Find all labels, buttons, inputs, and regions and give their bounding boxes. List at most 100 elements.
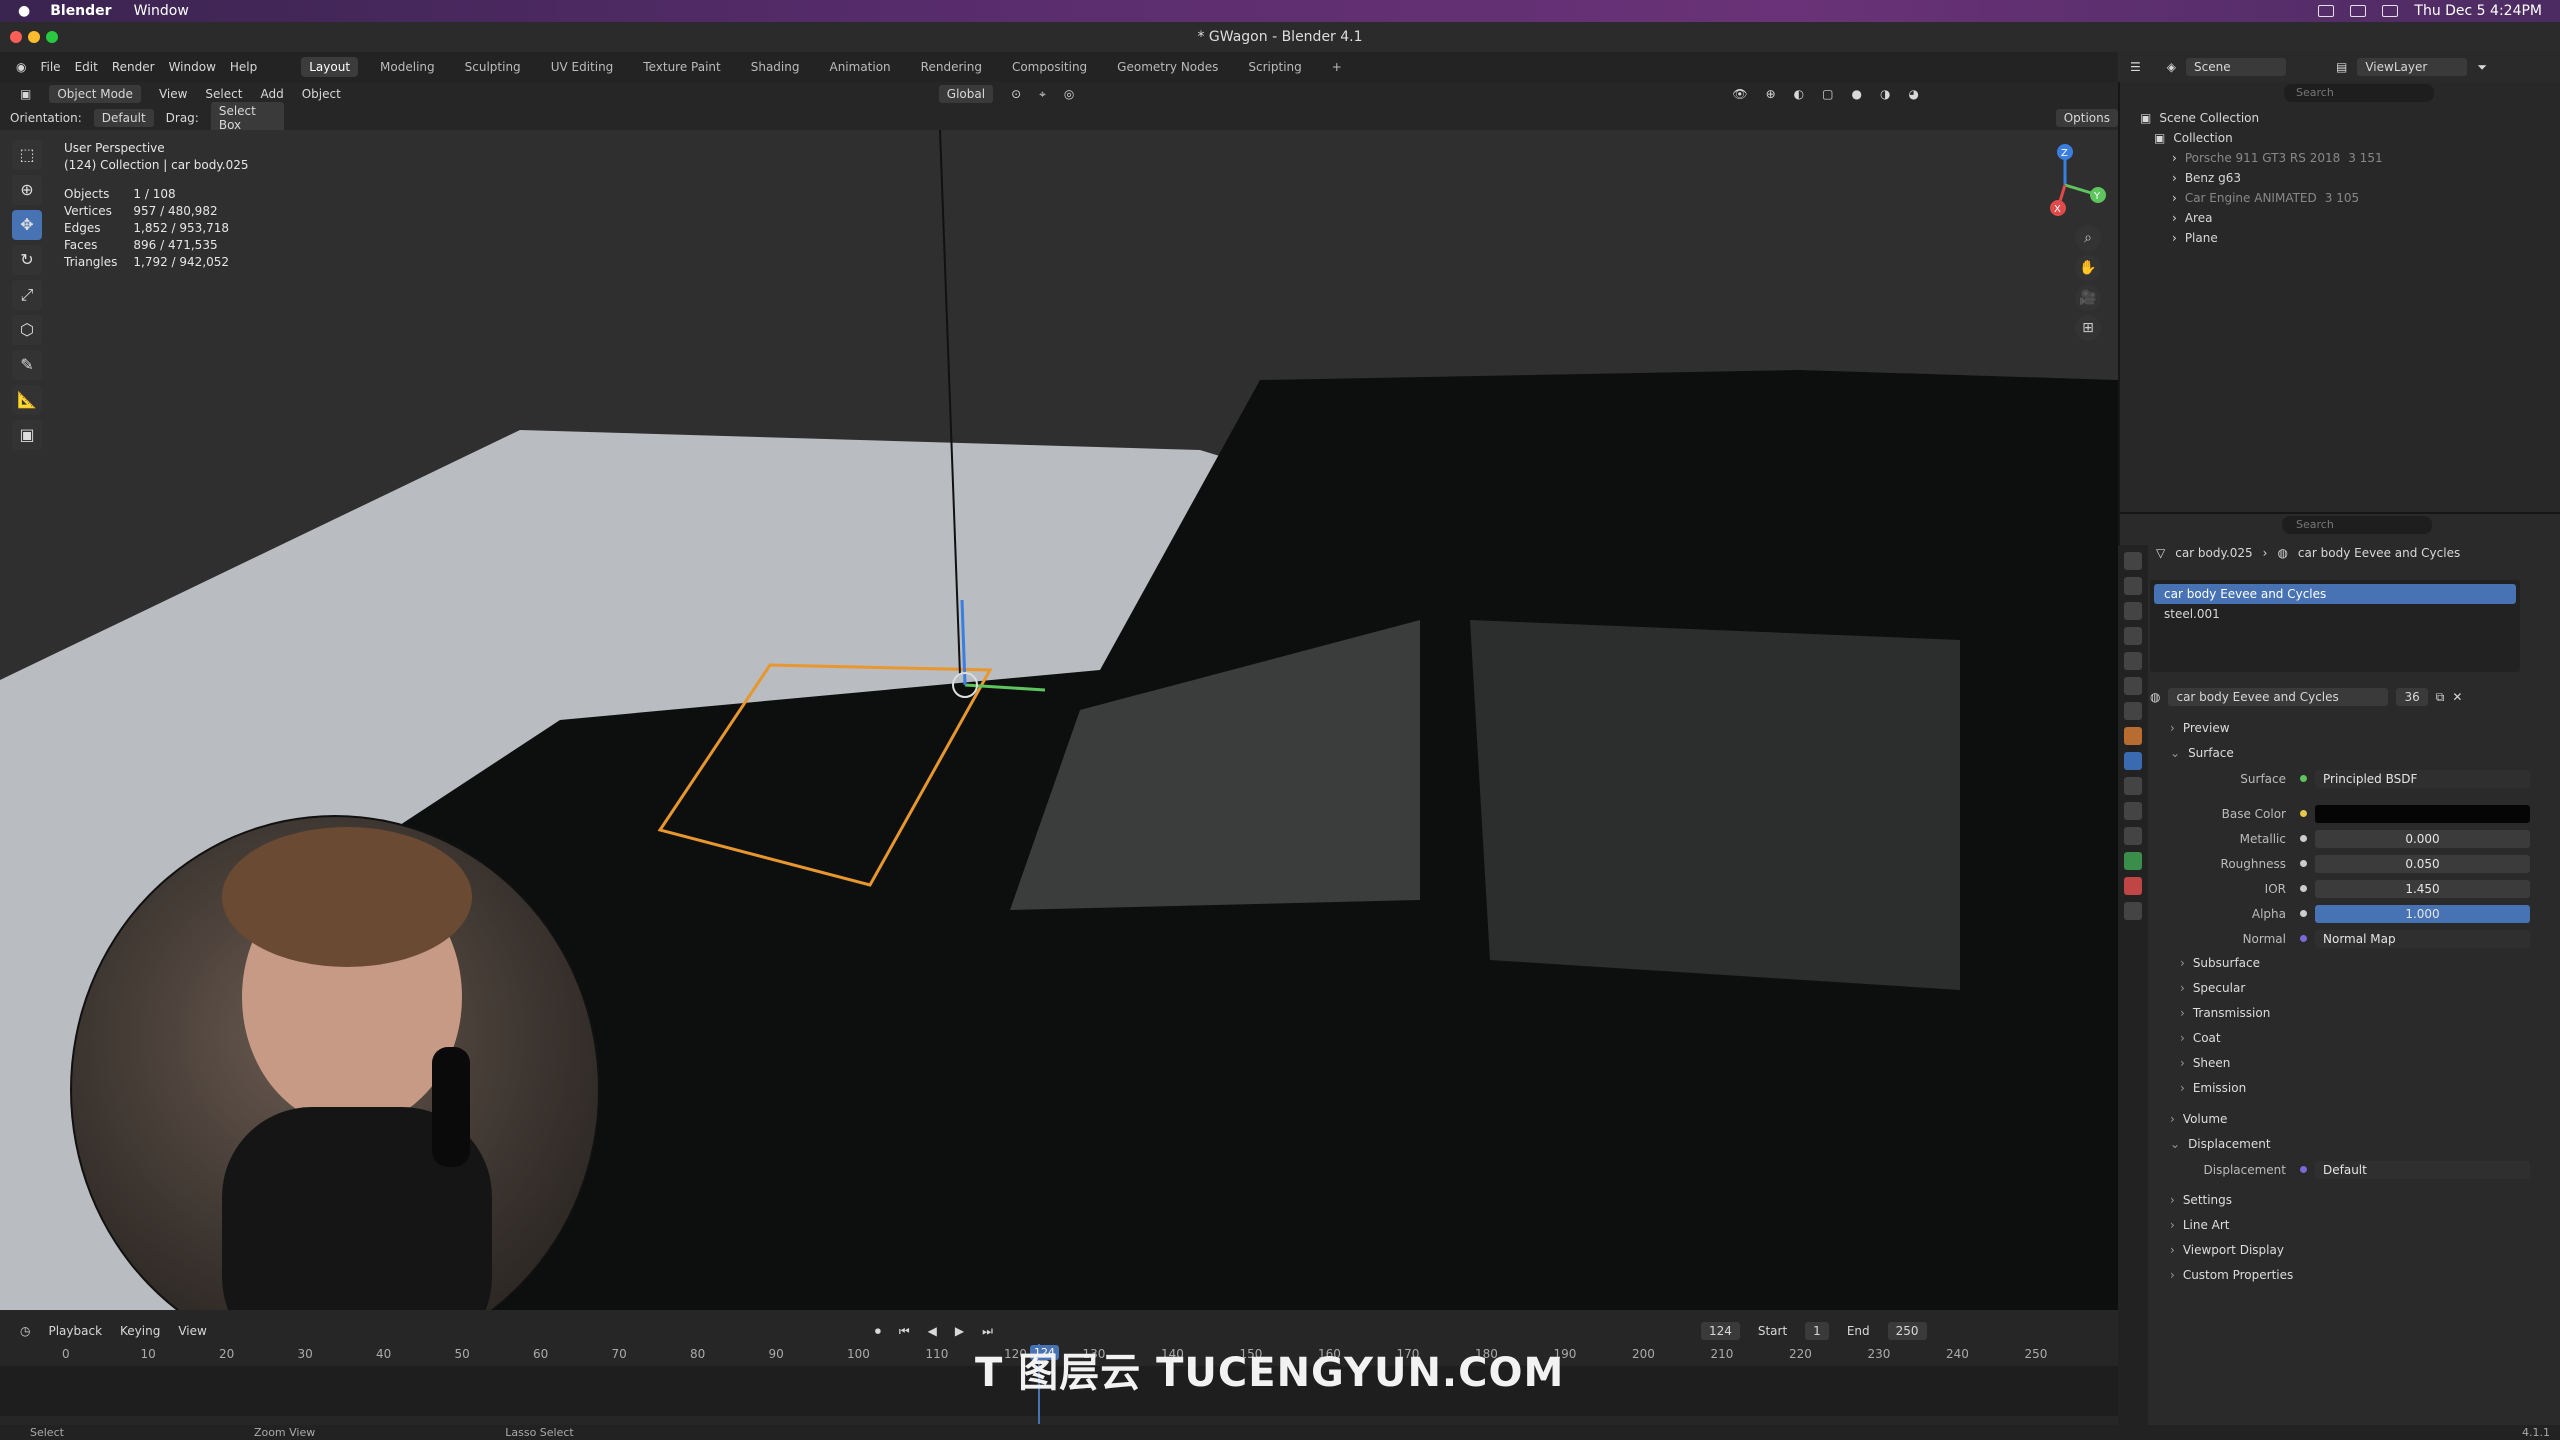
constraints-tab-icon[interactable] — [2124, 827, 2142, 845]
navigation-gizmo[interactable]: Z Y X — [2020, 140, 2110, 230]
expand-chevron-icon[interactable]: › — [2172, 168, 2177, 188]
socket-icon[interactable] — [2300, 1166, 2307, 1173]
panel-surface[interactable]: Surface — [2150, 741, 2555, 766]
measure-tool-icon[interactable]: 📐 — [12, 385, 42, 415]
shading-material-icon[interactable]: ◑ — [1880, 87, 1890, 101]
play-icon[interactable]: ▶ — [955, 1324, 964, 1338]
shading-solid-icon[interactable]: ● — [1852, 87, 1862, 101]
socket-icon[interactable] — [2300, 860, 2307, 867]
cursor-tool-icon[interactable]: ⊕ — [12, 175, 42, 205]
snap-icon[interactable]: ⌖ — [1039, 87, 1046, 102]
overlay-toggle-icon[interactable]: ◐ — [1794, 87, 1804, 101]
apple-icon[interactable]: ● — [18, 3, 30, 19]
tab-scripting[interactable]: Scripting — [1240, 57, 1309, 77]
menu-render[interactable]: Render — [112, 60, 155, 74]
select-tool-icon[interactable]: ⬚ — [12, 140, 42, 170]
material-slot[interactable]: steel.001 — [2154, 604, 2516, 624]
socket-icon[interactable] — [2300, 810, 2307, 817]
zoom-window-button[interactable] — [46, 31, 58, 43]
tree-row-engine[interactable]: › Car Engine ANIMATED 3 105 — [2140, 188, 2383, 208]
view-layer-selector[interactable]: ViewLayer — [2357, 58, 2468, 76]
blender-logo-icon[interactable]: ◉ — [16, 60, 26, 74]
panel-settings[interactable]: Settings — [2150, 1188, 2555, 1213]
transform-tool-icon[interactable]: ⬡ — [12, 315, 42, 345]
jump-start-icon[interactable]: ⏮ — [899, 1324, 910, 1339]
socket-icon[interactable] — [2300, 775, 2307, 782]
world-tab-icon[interactable] — [2124, 677, 2142, 695]
end-frame-field[interactable]: 250 — [1887, 1322, 1927, 1340]
rotate-tool-icon[interactable]: ↻ — [12, 245, 42, 275]
move-tool-icon[interactable]: ✥ — [12, 210, 42, 240]
panel-volume[interactable]: Volume — [2150, 1107, 2555, 1132]
menu-view-timeline[interactable]: View — [178, 1324, 206, 1338]
scene-tab-icon[interactable] — [2124, 652, 2142, 670]
render-tab-icon[interactable] — [2124, 577, 2142, 595]
unlink-material-icon[interactable]: ✕ — [2452, 690, 2462, 704]
menu-edit[interactable]: Edit — [75, 60, 98, 74]
material-slot[interactable]: car body Eevee and Cycles — [2154, 584, 2516, 604]
panel-line-art[interactable]: Line Art — [2150, 1213, 2555, 1238]
battery-icon[interactable] — [2382, 5, 2399, 17]
panel-viewport-display[interactable]: Viewport Display — [2150, 1238, 2555, 1263]
alpha-slider[interactable]: 1.000 — [2315, 904, 2530, 923]
view-layer-tab-icon[interactable] — [2124, 627, 2142, 645]
scene-selector[interactable]: Scene — [2186, 58, 2286, 76]
app-menu[interactable]: Blender — [50, 3, 111, 19]
outliner-search-input[interactable]: Search — [2284, 84, 2434, 102]
tab-layout[interactable]: Layout — [301, 57, 359, 77]
tree-row-benz[interactable]: › Benz g63 — [2140, 168, 2383, 188]
tree-row-scene-collection[interactable]: ▣ Scene Collection — [2140, 108, 2383, 128]
play-reverse-icon[interactable]: ◀ — [928, 1324, 937, 1338]
material-name-field[interactable]: car body Eevee and Cycles — [2168, 688, 2389, 706]
data-tab-icon[interactable] — [2124, 852, 2142, 870]
scale-tool-icon[interactable]: ⤢ — [12, 280, 42, 310]
outliner-editor-icon[interactable]: ☰ — [2130, 60, 2141, 74]
status-icon[interactable] — [2318, 5, 2335, 17]
xray-icon[interactable]: ▢ — [1822, 87, 1833, 101]
output-tab-icon[interactable] — [2124, 602, 2142, 620]
window-menu[interactable]: Window — [134, 3, 189, 19]
zoom-icon[interactable]: ⌕ — [2075, 225, 2101, 251]
tab-animation[interactable]: Animation — [821, 57, 898, 77]
record-icon[interactable]: ⏺ — [875, 1324, 881, 1339]
tree-row-collection[interactable]: ▣ Collection — [2140, 128, 2383, 148]
expand-chevron-icon[interactable]: › — [2172, 188, 2177, 208]
ior-field[interactable]: 1.450 — [2315, 879, 2530, 898]
panel-displacement[interactable]: Displacement — [2150, 1132, 2555, 1157]
close-window-button[interactable] — [10, 31, 22, 43]
tree-row-porsche[interactable]: › Porsche 911 GT3 RS 2018 3 151 — [2140, 148, 2383, 168]
object-tab-icon[interactable] — [2124, 727, 2142, 745]
clock[interactable]: Thu Dec 5 4:24PM — [2414, 3, 2542, 19]
base-color-swatch[interactable] — [2315, 804, 2530, 823]
menu-view[interactable]: View — [159, 87, 187, 101]
pan-hand-icon[interactable]: ✋ — [2075, 255, 2101, 281]
menu-select[interactable]: Select — [205, 87, 242, 101]
expand-chevron-icon[interactable]: › — [2172, 228, 2177, 248]
panel-transmission[interactable]: Transmission — [2150, 1001, 2555, 1026]
tab-compositing[interactable]: Compositing — [1004, 57, 1095, 77]
normal-map-field[interactable]: Normal Map — [2315, 929, 2530, 948]
visibility-icon[interactable]: 👁 — [1732, 87, 1747, 101]
modifier-tab-icon[interactable] — [2124, 752, 2142, 770]
displacement-field[interactable]: Default — [2315, 1160, 2530, 1179]
socket-icon[interactable] — [2300, 910, 2307, 917]
pivot-icon[interactable]: ⊙ — [1011, 87, 1021, 101]
start-frame-field[interactable]: 1 — [1805, 1322, 1829, 1340]
annotate-tool-icon[interactable]: ✎ — [12, 350, 42, 380]
filter-icon[interactable]: ⏷ — [2477, 60, 2487, 75]
socket-icon[interactable] — [2300, 885, 2307, 892]
tab-texture-paint[interactable]: Texture Paint — [635, 57, 728, 77]
jump-end-icon[interactable]: ⏭ — [982, 1324, 993, 1339]
panel-specular[interactable]: Specular — [2150, 976, 2555, 1001]
roughness-slider[interactable]: 0.050 — [2315, 854, 2530, 873]
menu-window[interactable]: Window — [169, 60, 216, 74]
editor-type-icon[interactable]: ▣ — [20, 87, 31, 101]
menu-file[interactable]: File — [40, 60, 60, 74]
duplicate-material-icon[interactable]: ⧉ — [2436, 690, 2445, 705]
transform-orientation-dropdown[interactable]: Global — [938, 85, 994, 103]
panel-preview[interactable]: Preview — [2150, 716, 2555, 741]
menu-help[interactable]: Help — [230, 60, 257, 74]
material-slot-list[interactable]: car body Eevee and Cycles steel.001 — [2150, 580, 2520, 672]
add-cube-tool-icon[interactable]: ▣ — [12, 420, 42, 450]
gizmo-toggle-icon[interactable]: ⊕ — [1766, 87, 1776, 101]
